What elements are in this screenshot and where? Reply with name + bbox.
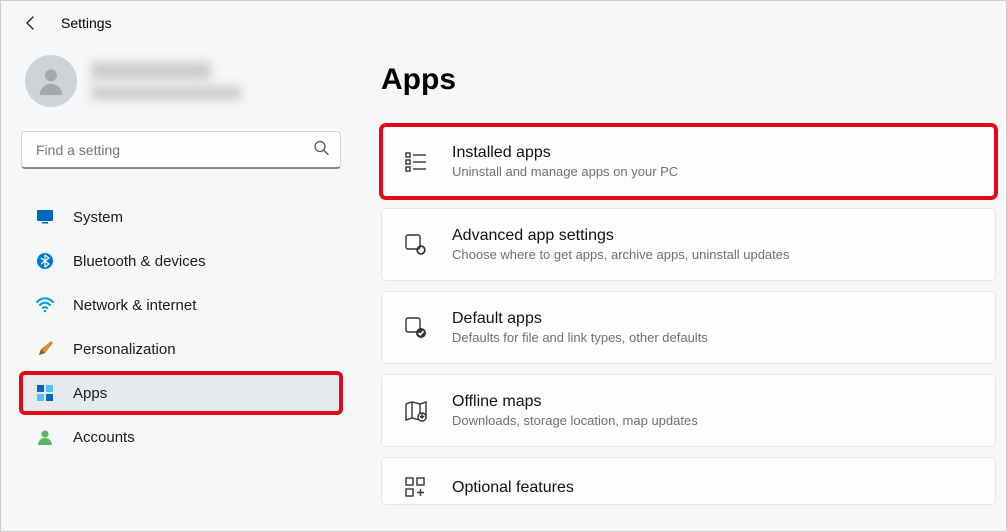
search-box [21, 131, 341, 169]
card-installed-apps[interactable]: Installed apps Uninstall and manage apps… [381, 125, 996, 198]
nav: System Bluetooth & devices Network & int… [21, 197, 341, 457]
profile-email [91, 86, 241, 100]
brush-icon [35, 339, 55, 359]
card-subtitle: Downloads, storage location, map updates [452, 413, 698, 428]
sidebar-item-apps[interactable]: Apps [21, 373, 341, 413]
nav-label: Apps [73, 385, 107, 402]
system-icon [35, 207, 55, 227]
card-title: Optional features [452, 479, 574, 497]
card-subtitle: Choose where to get apps, archive apps, … [452, 247, 790, 262]
card-offline-maps[interactable]: Offline maps Downloads, storage location… [381, 374, 996, 447]
nav-label: System [73, 209, 123, 226]
sidebar-item-bluetooth[interactable]: Bluetooth & devices [21, 241, 341, 281]
sidebar-item-network[interactable]: Network & internet [21, 285, 341, 325]
card-default-apps[interactable]: Default apps Defaults for file and link … [381, 291, 996, 364]
check-app-icon [404, 316, 428, 340]
nav-label: Personalization [73, 341, 176, 358]
main-content: Apps Installed apps Uninstall and manage… [361, 45, 1006, 531]
window-header: Settings [1, 1, 1006, 45]
sidebar-item-system[interactable]: System [21, 197, 341, 237]
page-title: Apps [381, 63, 996, 97]
plus-grid-icon [404, 476, 428, 500]
profile-name [91, 62, 211, 80]
search-icon [313, 140, 329, 161]
nav-label: Bluetooth & devices [73, 253, 206, 270]
sidebar-item-accounts[interactable]: Accounts [21, 417, 341, 457]
list-icon [404, 150, 428, 174]
card-subtitle: Defaults for file and link types, other … [452, 330, 708, 345]
person-icon [35, 427, 55, 447]
cards-list: Installed apps Uninstall and manage apps… [381, 125, 996, 505]
card-title: Advanced app settings [452, 227, 790, 245]
gear-app-icon [404, 233, 428, 257]
card-advanced-app-settings[interactable]: Advanced app settings Choose where to ge… [381, 208, 996, 281]
card-title: Offline maps [452, 393, 698, 411]
wifi-icon [35, 295, 55, 315]
card-subtitle: Uninstall and manage apps on your PC [452, 164, 678, 179]
search-input[interactable] [21, 131, 341, 169]
card-optional-features[interactable]: Optional features [381, 457, 996, 505]
bluetooth-icon [35, 251, 55, 271]
profile-text [91, 62, 241, 100]
nav-label: Accounts [73, 429, 135, 446]
card-title: Default apps [452, 310, 708, 328]
header-title: Settings [61, 15, 112, 31]
apps-icon [35, 383, 55, 403]
profile-block[interactable] [21, 55, 341, 107]
avatar [25, 55, 77, 107]
card-title: Installed apps [452, 144, 678, 162]
nav-label: Network & internet [73, 297, 196, 314]
sidebar-item-personalization[interactable]: Personalization [21, 329, 341, 369]
back-button[interactable] [21, 13, 41, 33]
map-icon [404, 399, 428, 423]
sidebar: System Bluetooth & devices Network & int… [1, 45, 361, 531]
